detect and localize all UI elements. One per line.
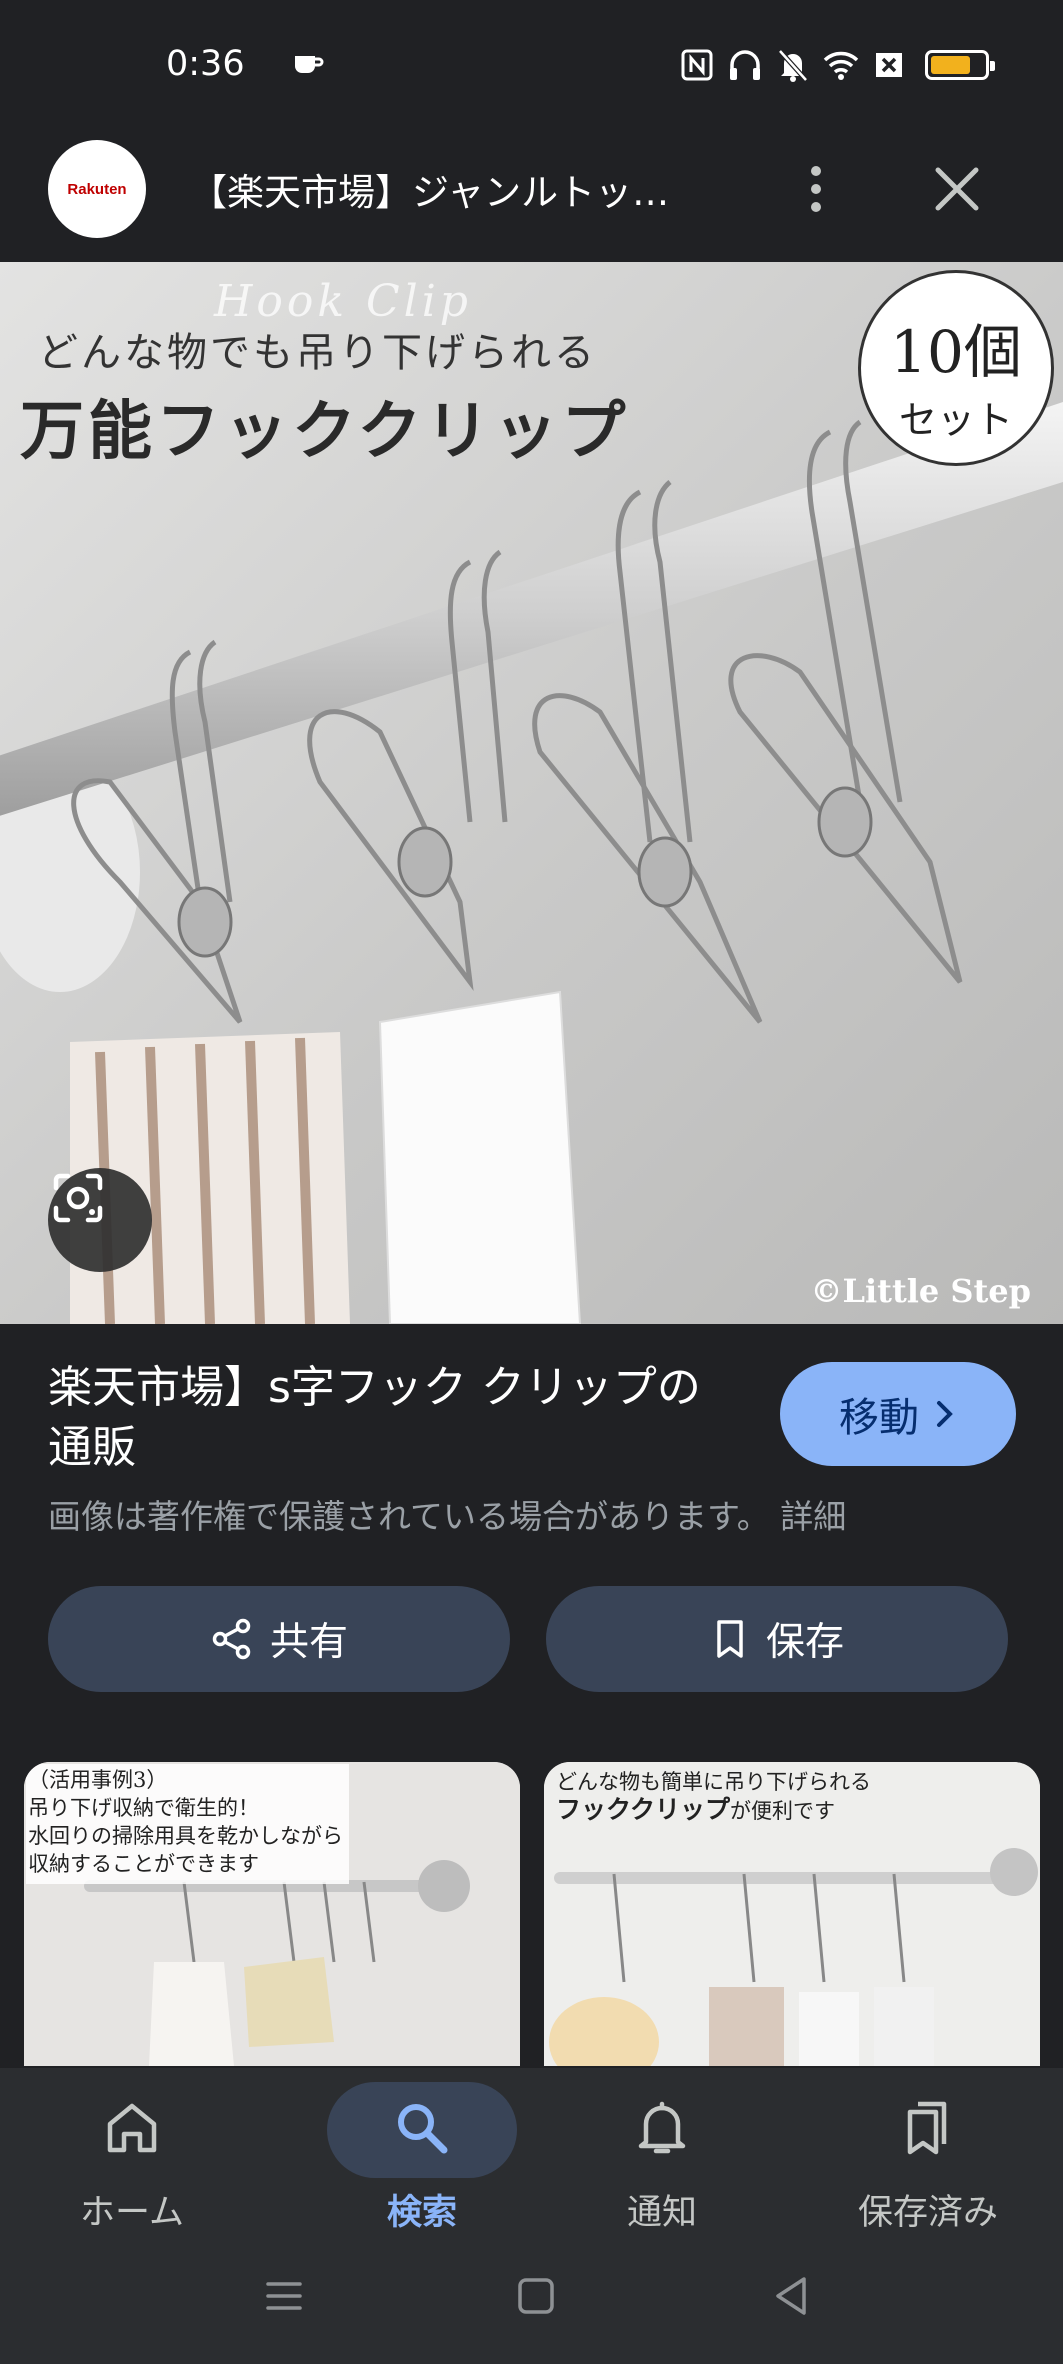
bottom-nav: ホーム 検索 通知 保存済み [0, 2068, 1063, 2233]
visit-label: 移動 [839, 1395, 919, 1441]
visit-button[interactable]: 移動 [780, 1362, 1016, 1466]
wifi-icon [823, 51, 859, 80]
chevron-right-icon [937, 1401, 953, 1427]
nav-item-notifications[interactable]: 通知 [562, 2068, 762, 2233]
bookmark-icon [717, 1620, 743, 1658]
status-time: 0:36 [166, 44, 245, 84]
headphones-icon [730, 50, 760, 80]
badge-set: セット [898, 398, 1013, 442]
caption-line: （活用事例3） [28, 1768, 168, 1792]
battery-cap [990, 61, 995, 71]
result-title[interactable]: 楽天市場】s字フック クリップの通販 [48, 1358, 728, 1478]
nav-label-notifications: 通知 [626, 2193, 697, 2233]
status-bar: 0:36 [0, 0, 1063, 130]
battery-icon [925, 50, 995, 80]
share-button[interactable]: 共有 [48, 1586, 510, 1692]
caption-tail: が便利です [730, 1799, 836, 1823]
back-icon[interactable] [762, 2266, 822, 2326]
save-button[interactable]: 保存 [546, 1586, 1008, 1692]
home-square-icon[interactable] [506, 2266, 566, 2326]
share-icon [212, 1618, 251, 1660]
bell-off-icon [778, 49, 808, 82]
sim-off-icon [876, 53, 902, 77]
caption-line: 収納することができます [28, 1852, 259, 1876]
image-copyright: ©Little Step [810, 1272, 1032, 1310]
caption-bold: フッククリップ [556, 1795, 731, 1824]
image-tagline: どんな物でも吊り下げられる [38, 330, 597, 376]
share-label: 共有 [269, 1620, 348, 1665]
caption-line: フッククリップが便利です [556, 1796, 871, 1825]
nav-item-home[interactable]: ホーム [32, 2068, 232, 2233]
image-headline: 万能フッククリップ [20, 394, 630, 469]
home-icon [107, 2103, 157, 2153]
thumb-1-caption: （活用事例3） 吊り下げ収納で衛生的！ 水回りの掃除用具を乾かしながら 収納する… [26, 1764, 349, 1884]
save-label: 保存 [765, 1620, 844, 1665]
tab-header: Rakuten 【楽天市場】ジャンルトッ… [0, 130, 1063, 262]
system-nav [0, 2232, 1063, 2364]
copyright-notice[interactable]: 画像は著作権で保護されている場合があります。 詳細 [48, 1490, 846, 1538]
main-image[interactable]: Hook Clip どんな物でも吊り下げられる 万能フッククリップ 10個 セッ… [0, 262, 1063, 1324]
nav-item-saved[interactable]: 保存済み [828, 2068, 1028, 2233]
related-image-1[interactable]: （活用事例3） 吊り下げ収納で衛生的！ 水回りの掃除用具を乾かしながら 収納する… [24, 1762, 520, 2066]
bookmarks-icon [907, 2101, 947, 2155]
bell-icon [638, 2101, 686, 2154]
caption-line: どんな物も簡単に吊り下げられる [556, 1770, 871, 1794]
recents-icon[interactable] [254, 2266, 314, 2326]
nav-label-home: ホーム [80, 2193, 184, 2233]
screen: 0:36 Rakuten 【楽天市場】ジャンルトッ… Hook Clip どんな… [0, 0, 1063, 2364]
search-icon [398, 2104, 448, 2154]
nfc-icon [681, 49, 713, 81]
related-image-2[interactable]: どんな物も簡単に吊り下げられる フッククリップが便利です [544, 1762, 1040, 2066]
more-vert-icon[interactable] [790, 150, 842, 228]
thumb-2-caption: どんな物も簡単に吊り下げられる フッククリップが便利です [556, 1768, 871, 1825]
battery-fill [931, 56, 970, 74]
nav-item-search[interactable]: 検索 [296, 2068, 548, 2233]
caption-line: 吊り下げ収納で衛生的！ [28, 1796, 259, 1820]
badge-count: 10個 [890, 318, 1022, 386]
coffee-icon [295, 56, 324, 73]
site-logo[interactable]: Rakuten [48, 140, 146, 238]
page-title[interactable]: 【楽天市場】ジャンルトッ… [190, 162, 669, 216]
lens-icon[interactable] [48, 1168, 152, 1272]
status-icons [679, 48, 995, 82]
site-logo-text: Rakuten [67, 180, 127, 198]
nav-label-saved: 保存済み [857, 2193, 998, 2233]
nav-label-search: 検索 [386, 2193, 457, 2233]
close-icon[interactable] [922, 154, 992, 224]
caption-line: 水回りの掃除用具を乾かしながら [28, 1824, 343, 1848]
image-badge: 10個 セット [858, 270, 1054, 466]
